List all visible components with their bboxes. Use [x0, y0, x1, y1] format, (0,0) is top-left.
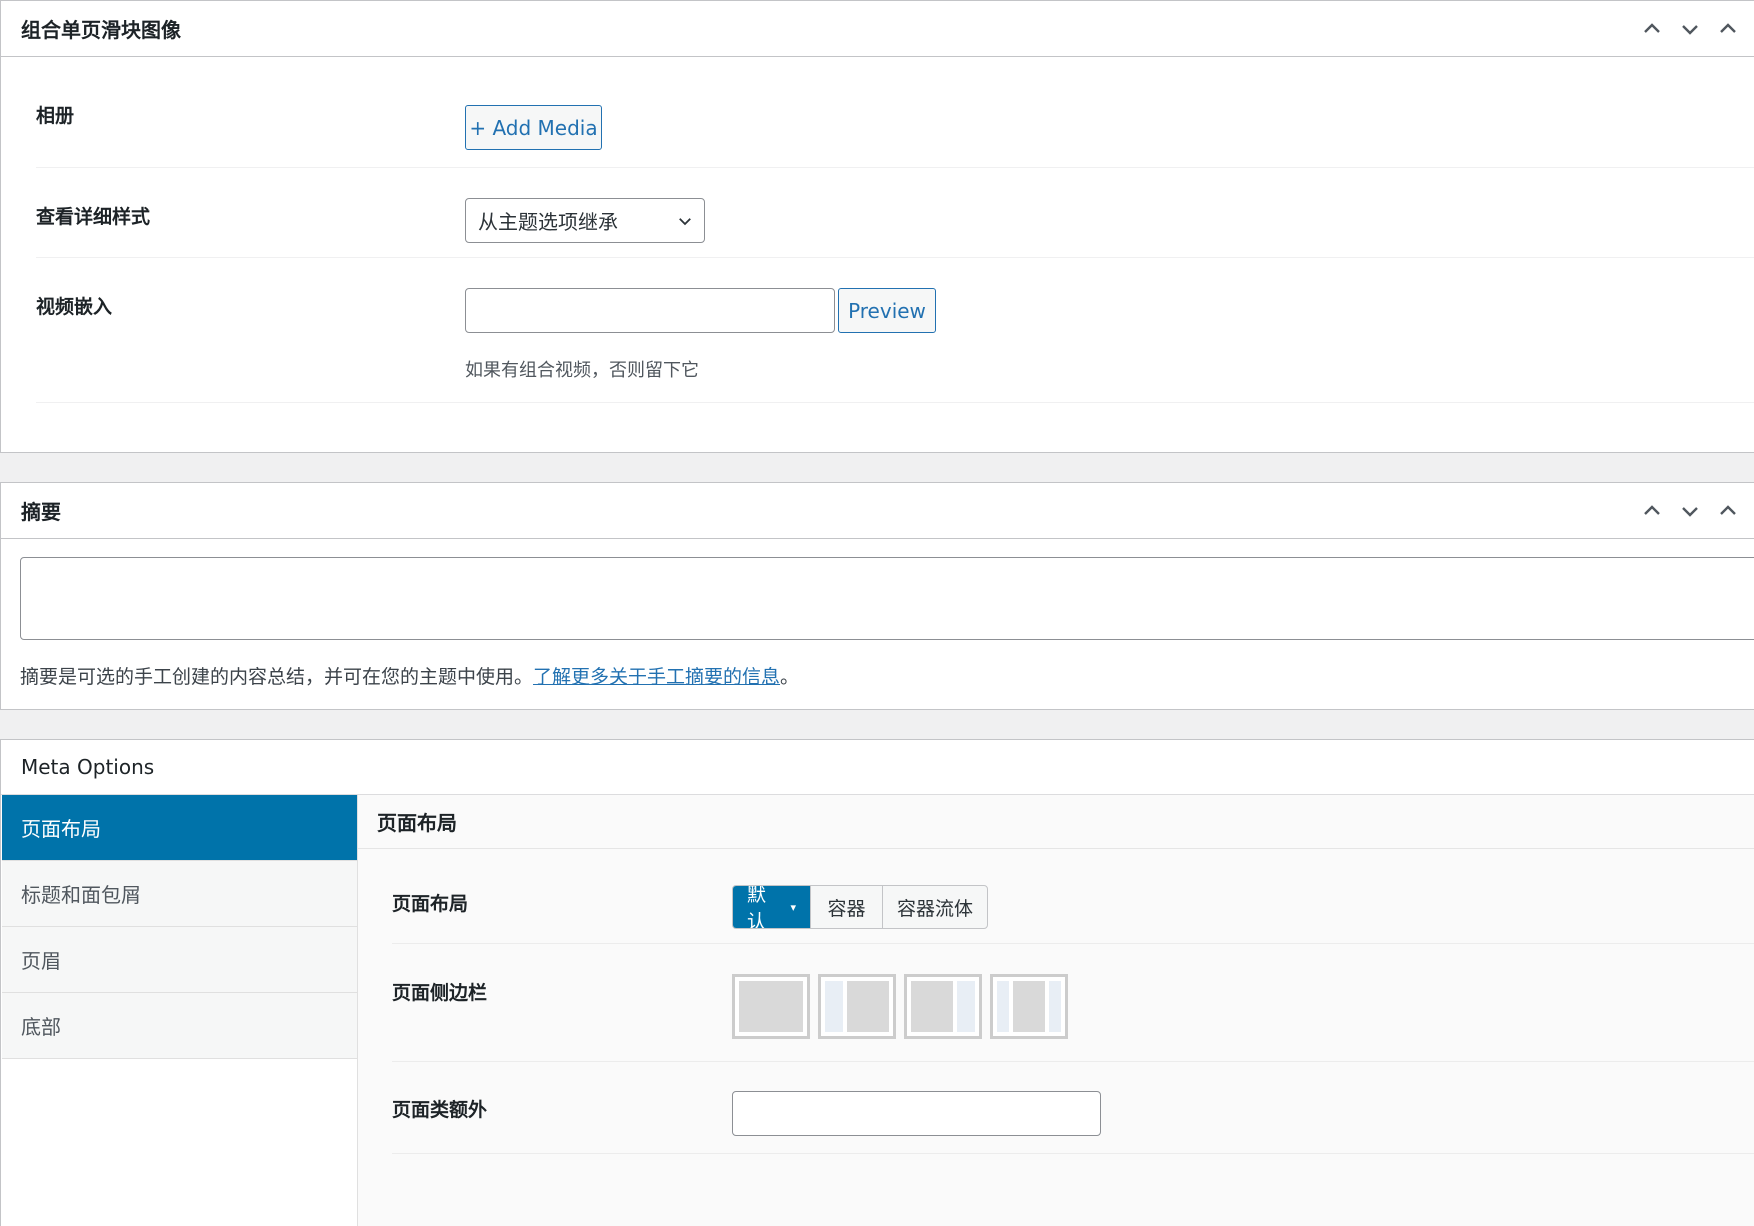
layout-option-container[interactable]: 容器: [811, 886, 883, 928]
meta-options-sidebar: 页面布局 标题和面包屑 页眉 底部: [2, 795, 358, 1226]
caret-down-icon: ▾: [790, 900, 796, 914]
move-down-icon[interactable]: [1671, 483, 1709, 539]
right-sidebar-icon[interactable]: [904, 974, 982, 1039]
toggle-panel-icon[interactable]: [1709, 1, 1747, 57]
page-layout-row: 页面布局 默认 ▾ 容器 容器流体: [392, 849, 1754, 944]
layout-option-container-fluid[interactable]: 容器流体: [883, 886, 987, 928]
move-up-icon[interactable]: [1633, 483, 1671, 539]
both-sidebars-icon[interactable]: [990, 974, 1068, 1039]
excerpt-description: 摘要是可选的手工创建的内容总结，并可在您的主题中使用。了解更多关于手工摘要的信息…: [20, 666, 800, 688]
meta-options-panel: 页面布局 页面布局 默认 ▾ 容器 容器流体 页面侧边栏 页面类额外: [358, 795, 1754, 1226]
gallery-label: 相册: [36, 105, 75, 127]
sidebar-layout-picker: [732, 974, 1068, 1039]
section-title: 页面布局: [358, 795, 1754, 849]
add-media-button[interactable]: + Add Media: [465, 105, 602, 150]
video-embed-row: 视频嵌入 Preview 如果有组合视频，否则留下它: [36, 258, 1754, 403]
metabox-header: 组合单页滑块图像: [1, 1, 1754, 57]
move-up-icon[interactable]: [1633, 1, 1671, 57]
excerpt-learn-more-link[interactable]: 了解更多关于手工摘要的信息: [533, 666, 780, 688]
no-sidebar-icon[interactable]: [732, 974, 810, 1039]
preview-button[interactable]: Preview: [838, 288, 936, 333]
detail-style-select[interactable]: 从主题选项继承: [465, 198, 705, 243]
video-embed-input[interactable]: [465, 288, 835, 333]
chevron-down-icon: [679, 218, 691, 226]
layout-option-default[interactable]: 默认 ▾: [733, 886, 811, 928]
metabox-header: 摘要: [1, 483, 1754, 539]
metabox-title: 摘要: [21, 500, 61, 524]
tab-header[interactable]: 页眉: [2, 927, 357, 993]
page-extra-class-label: 页面类额外: [392, 1099, 488, 1121]
tab-page-layout[interactable]: 页面布局: [2, 795, 357, 861]
left-sidebar-icon[interactable]: [818, 974, 896, 1039]
excerpt-metabox: 摘要 摘要是可选的手工创建的内容总结，并可在您的主题中使用。了解更多关于手工摘要…: [0, 482, 1754, 710]
tab-footer[interactable]: 底部: [2, 993, 357, 1059]
metabox-title: Meta Options: [21, 755, 155, 779]
video-embed-description: 如果有组合视频，否则留下它: [465, 360, 699, 381]
detail-style-row: 查看详细样式 从主题选项继承: [36, 168, 1754, 258]
page-sidebar-label: 页面侧边栏: [392, 982, 488, 1004]
portfolio-slider-metabox: 组合单页滑块图像 相册 + Add Media 查看详细样式 从主题选项继承 视…: [0, 0, 1754, 453]
detail-style-value: 从主题选项继承: [478, 210, 618, 234]
page-extra-class-row: 页面类额外: [392, 1062, 1754, 1154]
gallery-row: 相册 + Add Media: [36, 57, 1754, 168]
page-sidebar-row: 页面侧边栏: [392, 944, 1754, 1062]
detail-style-label: 查看详细样式: [36, 206, 151, 228]
move-down-icon[interactable]: [1671, 1, 1709, 57]
toggle-panel-icon[interactable]: [1709, 483, 1747, 539]
metabox-header: Meta Options: [1, 740, 1754, 795]
meta-options-metabox: Meta Options 页面布局 标题和面包屑 页眉 底部 页面布局 页面布局…: [0, 739, 1754, 1226]
tab-title-breadcrumb[interactable]: 标题和面包屑: [2, 861, 357, 927]
page-layout-button-group: 默认 ▾ 容器 容器流体: [732, 885, 988, 929]
page-extra-class-input[interactable]: [732, 1091, 1101, 1136]
metabox-title: 组合单页滑块图像: [21, 18, 181, 42]
excerpt-textarea[interactable]: [20, 557, 1754, 640]
page-layout-label: 页面布局: [392, 893, 469, 915]
video-embed-label: 视频嵌入: [36, 296, 113, 318]
